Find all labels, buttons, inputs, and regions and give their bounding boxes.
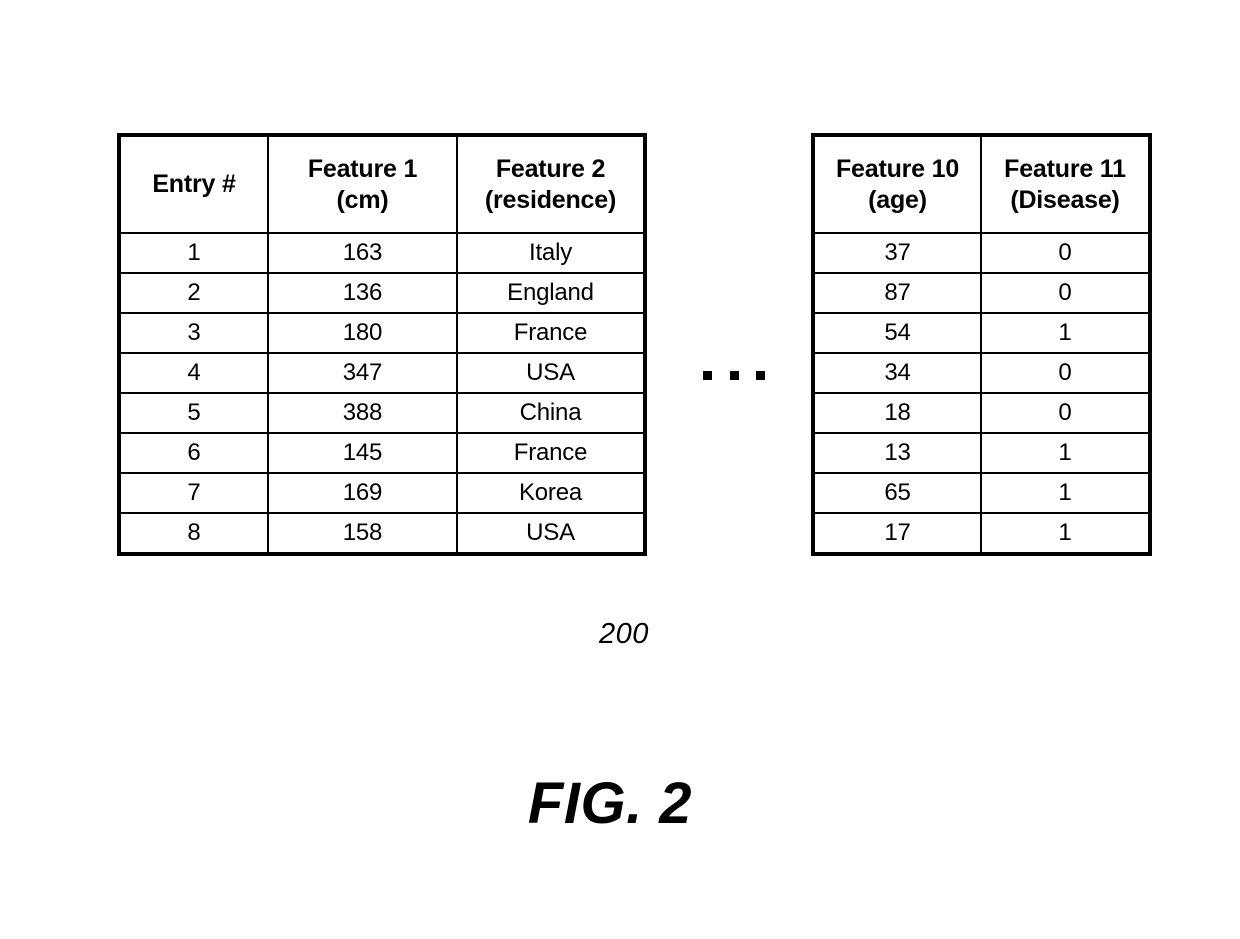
figure-caption: FIG. 2 xyxy=(527,771,693,836)
horizontal-ellipsis-icon xyxy=(703,368,765,382)
table-row: 3 180 France xyxy=(118,312,646,354)
cell-feature-2: England xyxy=(456,272,646,314)
cell-feature-1: 388 xyxy=(267,392,458,434)
table-row: 5 388 China xyxy=(118,392,646,434)
cell-feature-2: Italy xyxy=(456,232,646,274)
table-row: 8 158 USA xyxy=(118,512,646,555)
cell-feature-11: 0 xyxy=(980,392,1151,434)
cell-feature-1: 180 xyxy=(267,312,458,354)
table-row: 2 136 England xyxy=(118,272,646,314)
column-header-feature-2-line1: Feature 2 xyxy=(495,155,606,183)
cell-feature-10: 65 xyxy=(812,472,982,514)
cell-entry: 1 xyxy=(118,232,269,274)
cell-entry: 7 xyxy=(118,472,269,514)
column-header-feature-1-line2: (cm) xyxy=(336,185,389,214)
ellipsis-dot xyxy=(756,370,765,380)
cell-feature-10: 17 xyxy=(812,512,982,555)
column-header-feature-1-line1: Feature 1 xyxy=(307,155,418,183)
table-row: 65 1 xyxy=(812,472,1151,514)
cell-feature-11: 1 xyxy=(980,432,1151,474)
table-right-body: 37 0 87 0 54 1 34 0 18 0 13 1 65 1 17 1 xyxy=(812,232,1151,555)
cell-feature-10: 37 xyxy=(812,232,982,274)
table-row: 18 0 xyxy=(812,392,1151,434)
reference-numeral: 200 xyxy=(599,618,649,650)
column-header-feature-10: Feature 10 (age) xyxy=(812,134,982,234)
cell-feature-11: 1 xyxy=(980,512,1151,555)
cell-feature-2: France xyxy=(456,432,646,474)
cell-feature-10: 34 xyxy=(812,352,982,394)
cell-feature-10: 18 xyxy=(812,392,982,434)
table-row: 1 163 Italy xyxy=(118,232,646,274)
table-header-row: Entry # Feature 1 (cm) Feature 2 (reside… xyxy=(118,134,646,234)
cell-feature-10: 87 xyxy=(812,272,982,314)
table-left-body: 1 163 Italy 2 136 England 3 180 France 4… xyxy=(118,232,646,555)
cell-feature-11: 0 xyxy=(980,272,1151,314)
cell-feature-11: 1 xyxy=(980,472,1151,514)
cell-feature-1: 145 xyxy=(267,432,458,474)
column-header-entry-line1: Entry # xyxy=(152,170,236,199)
table-row: 87 0 xyxy=(812,272,1151,314)
column-header-feature-10-line1: Feature 10 xyxy=(835,155,960,183)
table-row: 6 145 France xyxy=(118,432,646,474)
cell-feature-10: 13 xyxy=(812,432,982,474)
cell-entry: 2 xyxy=(118,272,269,314)
cell-entry: 5 xyxy=(118,392,269,434)
column-header-feature-11: Feature 11 (Disease) xyxy=(980,134,1151,234)
cell-feature-2: France xyxy=(456,312,646,354)
cell-entry: 6 xyxy=(118,432,269,474)
table-row: 7 169 Korea xyxy=(118,472,646,514)
cell-feature-1: 169 xyxy=(267,472,458,514)
column-header-feature-11-line1: Feature 11 xyxy=(1004,155,1126,183)
cell-feature-2: Korea xyxy=(456,472,646,514)
table-row: 13 1 xyxy=(812,432,1151,474)
column-header-feature-2-line2: (residence) xyxy=(484,185,617,214)
cell-feature-2: USA xyxy=(456,352,646,394)
cell-entry: 8 xyxy=(118,512,269,555)
ellipsis-dot xyxy=(729,370,739,380)
table-row: 37 0 xyxy=(812,232,1151,274)
cell-feature-1: 158 xyxy=(267,512,458,555)
cell-feature-11: 0 xyxy=(980,232,1151,274)
table-row: 34 0 xyxy=(812,352,1151,394)
cell-feature-1: 163 xyxy=(267,232,458,274)
column-header-feature-10-line2: (age) xyxy=(868,185,927,214)
cell-feature-2: USA xyxy=(456,512,646,555)
cell-feature-1: 136 xyxy=(267,272,458,314)
table-header-row: Feature 10 (age) Feature 11 (Disease) xyxy=(812,134,1151,234)
dataset-table-left: Entry # Feature 1 (cm) Feature 2 (reside… xyxy=(117,133,647,556)
cell-feature-11: 1 xyxy=(980,312,1151,354)
column-header-feature-1: Feature 1 (cm) xyxy=(267,134,458,234)
ellipsis-dot xyxy=(703,370,712,380)
table-left-header: Entry # Feature 1 (cm) Feature 2 (reside… xyxy=(118,134,646,234)
cell-feature-10: 54 xyxy=(812,312,982,354)
patent-figure-canvas: Entry # Feature 1 (cm) Feature 2 (reside… xyxy=(0,0,1240,939)
dataset-table-right: Feature 10 (age) Feature 11 (Disease) 37… xyxy=(811,133,1152,556)
cell-feature-1: 347 xyxy=(267,352,458,394)
cell-entry: 4 xyxy=(118,352,269,394)
table-row: 54 1 xyxy=(812,312,1151,354)
table-right-header: Feature 10 (age) Feature 11 (Disease) xyxy=(812,134,1151,234)
cell-feature-2: China xyxy=(456,392,646,434)
column-header-feature-11-line2: (Disease) xyxy=(1010,185,1120,214)
column-header-entry: Entry # xyxy=(118,134,269,234)
cell-entry: 3 xyxy=(118,312,269,354)
table-row: 4 347 USA xyxy=(118,352,646,394)
cell-feature-11: 0 xyxy=(980,352,1151,394)
column-header-feature-2: Feature 2 (residence) xyxy=(456,134,646,234)
table-row: 17 1 xyxy=(812,512,1151,555)
